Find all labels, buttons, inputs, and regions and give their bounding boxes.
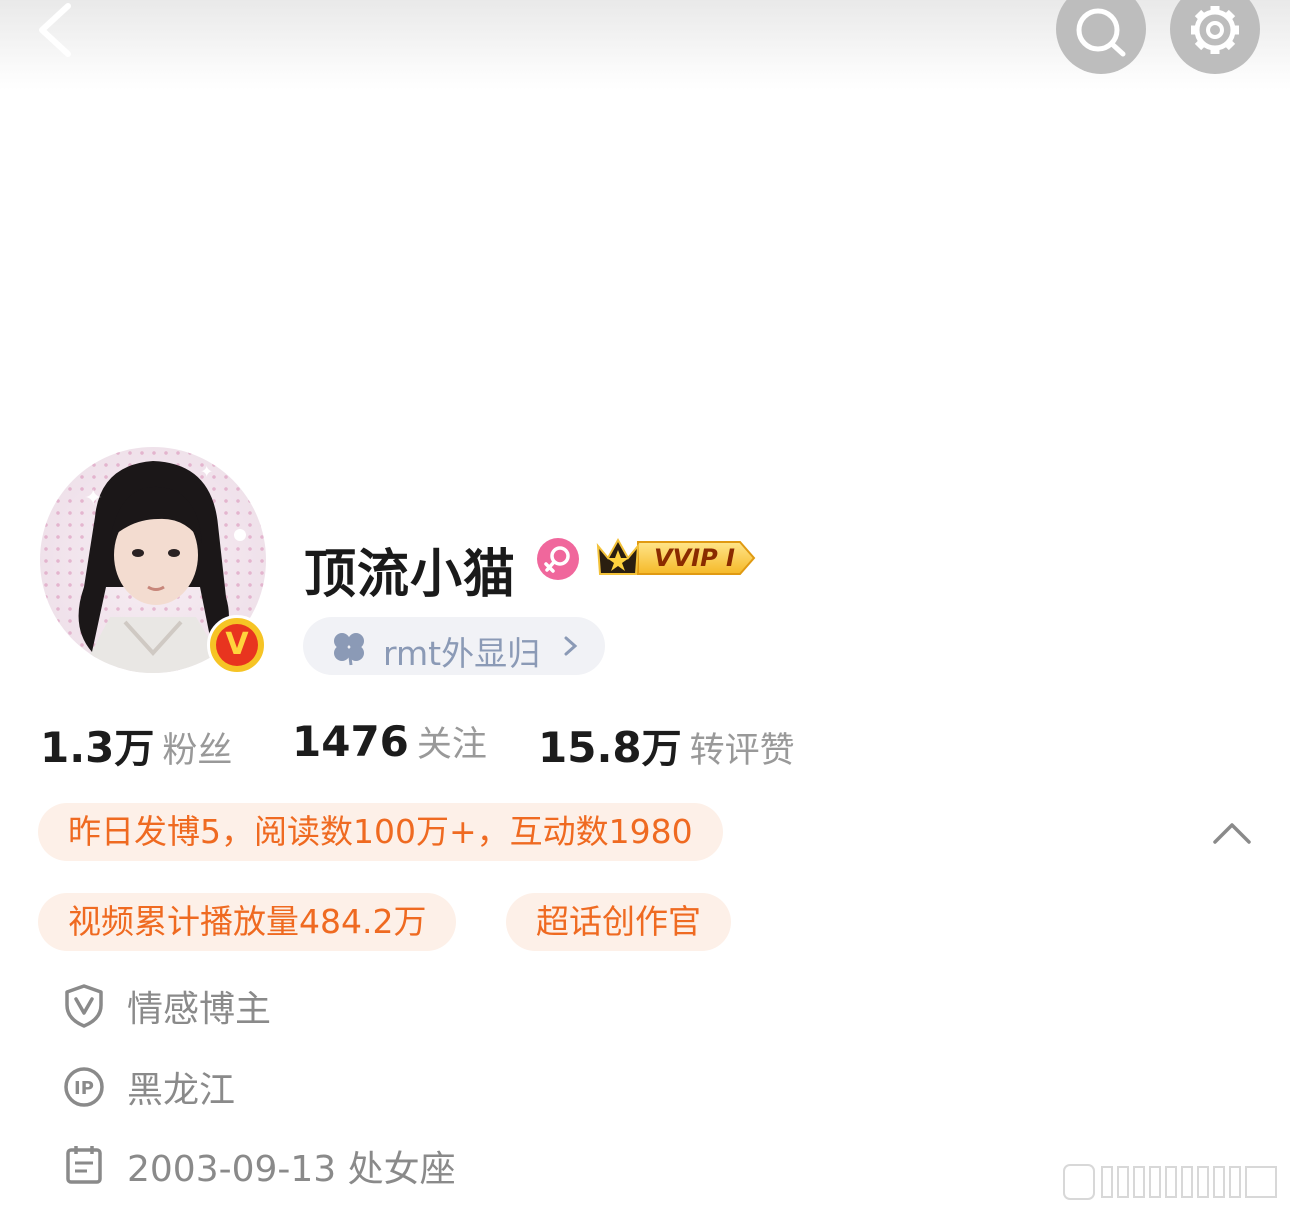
shield-v-icon — [65, 984, 103, 1028]
stat-following[interactable]: 1476 关注 — [292, 716, 487, 767]
ip-location-text: 黑龙江 — [127, 1070, 236, 1111]
vvip-label: VVIP I — [654, 544, 735, 572]
group-link[interactable]: rmt外显归 — [303, 617, 605, 675]
chevron-up-icon[interactable] — [1210, 815, 1254, 851]
chevron-left-icon — [39, 3, 71, 57]
profile-name: 顶流小猫 — [304, 545, 517, 605]
followers-label: 粉丝 — [162, 731, 233, 771]
verified-badge: V — [207, 615, 267, 675]
female-icon — [537, 538, 579, 580]
birthday-text: 2003-09-13 处女座 — [127, 1149, 456, 1190]
followers-unit: 万 — [114, 726, 155, 772]
following-count: 1476 — [292, 717, 409, 766]
search-icon — [1076, 8, 1126, 57]
calendar-icon — [66, 1146, 102, 1184]
chevron-right-icon — [564, 636, 578, 656]
gear-icon — [1191, 6, 1239, 54]
stat-followers[interactable]: 1.3万 粉丝 — [40, 716, 232, 774]
settings-button[interactable] — [1170, 0, 1260, 74]
search-button[interactable] — [1056, 0, 1146, 74]
svg-text:✦: ✦ — [84, 486, 102, 511]
video-views-tag[interactable]: 视频累计播放量484.2万 — [38, 893, 457, 951]
following-label: 关注 — [416, 725, 487, 765]
svg-text:IP: IP — [74, 1078, 94, 1099]
watermark-logo — [1063, 1164, 1277, 1200]
followers-count: 1.3 — [40, 723, 115, 772]
interactions-count: 15.8 — [538, 723, 642, 772]
group-label: rmt外显归 — [383, 634, 541, 673]
top-bar — [0, 0, 1290, 90]
stat-interactions[interactable]: 15.8万 转评赞 — [538, 716, 795, 774]
activity-tag[interactable]: 昨日发博5，阅读数100万+，互动数1980 — [38, 803, 723, 861]
verified-v-icon: V — [216, 624, 258, 666]
ip-icon: IP — [64, 1067, 104, 1107]
category-text: 情感博主 — [127, 989, 272, 1030]
supertopic-tag[interactable]: 超话创作官 — [506, 893, 731, 951]
back-button[interactable] — [30, 0, 80, 60]
interactions-label: 转评赞 — [689, 731, 795, 771]
interactions-unit: 万 — [641, 726, 682, 772]
clover-icon — [334, 633, 364, 666]
svg-text:✦: ✦ — [200, 462, 213, 481]
